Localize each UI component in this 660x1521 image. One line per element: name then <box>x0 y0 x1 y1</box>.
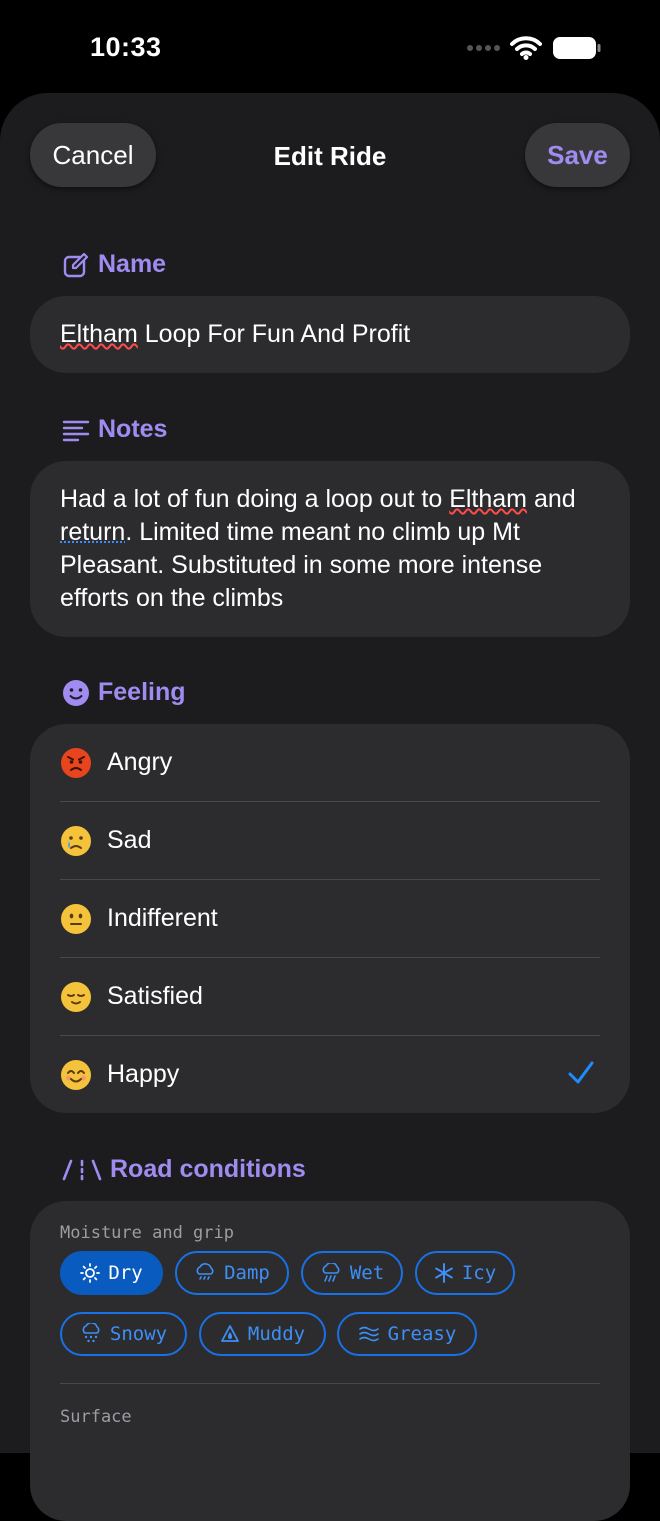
chip-label: Greasy <box>387 1323 457 1345</box>
chip-label: Muddy <box>247 1323 306 1345</box>
notes-text-part: Had a lot of fun doing a loop out to <box>60 485 450 513</box>
status-icons <box>466 36 602 60</box>
wifi-icon <box>510 36 542 60</box>
smiley-icon <box>63 679 89 706</box>
snowflake-icon <box>435 1263 453 1283</box>
chip-wet[interactable]: Wet <box>301 1251 403 1295</box>
feeling-label: Angry <box>107 748 173 776</box>
chip-snowy[interactable]: Snowy <box>60 1312 187 1356</box>
neutral-face-icon <box>60 903 92 935</box>
snow-cloud-icon <box>82 1323 100 1343</box>
road-conditions-card: Moisture and grip Dry Damp Wet Icy Snowy… <box>30 1201 630 1521</box>
smiling-face-icon <box>60 1059 92 1091</box>
drop-triangle-icon <box>220 1325 239 1342</box>
chip-label: Dry <box>108 1262 143 1284</box>
checkmark-icon <box>568 1061 594 1084</box>
chip-label: Damp <box>224 1262 270 1284</box>
surface-label: Surface <box>60 1407 132 1427</box>
battery-icon <box>553 37 601 59</box>
road-section-header: Road conditions <box>62 1155 306 1184</box>
feeling-option-satisfied[interactable]: Satisfied <box>60 958 600 1035</box>
status-time: 10:33 <box>90 32 162 62</box>
crying-face-icon <box>60 825 92 857</box>
save-label: Save <box>547 139 608 170</box>
feeling-option-angry[interactable]: Angry <box>60 724 600 801</box>
chip-damp[interactable]: Damp <box>175 1251 289 1295</box>
chip-label: Icy <box>461 1262 497 1284</box>
feeling-list: Angry Sad Indifferent Satisfied Happy <box>30 724 630 1113</box>
save-button[interactable]: Save <box>525 123 630 187</box>
feeling-option-sad[interactable]: Sad <box>60 802 600 879</box>
name-field[interactable]: Eltham Loop For Fun And Profit <box>30 296 630 373</box>
notes-text-part: and <box>527 485 576 513</box>
name-value[interactable]: Eltham Loop For Fun And Profit <box>60 320 410 349</box>
road-section-title: Road conditions <box>110 1155 306 1183</box>
feeling-section-header: Feeling <box>62 678 186 707</box>
moisture-label: Moisture and grip <box>60 1223 234 1243</box>
feeling-option-happy[interactable]: Happy <box>60 1036 600 1113</box>
name-section-title: Name <box>98 250 167 278</box>
name-section-header: Name <box>62 250 166 279</box>
name-misspelled-word: Eltham <box>60 320 138 348</box>
road-icon <box>62 1159 102 1180</box>
chip-muddy[interactable]: Muddy <box>199 1312 326 1356</box>
notes-value[interactable]: Had a lot of fun doing a loop out to Elt… <box>60 483 600 615</box>
feeling-option-indifferent[interactable]: Indifferent <box>60 880 600 957</box>
notes-text-part: . Limited time meant no climb up Mt Plea… <box>60 518 543 612</box>
waves-icon <box>358 1326 379 1342</box>
notes-section-title: Notes <box>98 415 168 443</box>
chip-label: Snowy <box>109 1323 168 1345</box>
cellular-signal-icon <box>467 45 500 51</box>
drizzle-icon <box>196 1263 214 1280</box>
notes-section-header: Notes <box>62 415 167 444</box>
chip-greasy[interactable]: Greasy <box>337 1312 477 1356</box>
notes-grammar-word: return <box>60 518 126 546</box>
row-divider <box>60 1383 600 1384</box>
chip-label: Wet <box>349 1262 385 1284</box>
relieved-face-icon <box>60 981 92 1013</box>
feeling-label: Satisfied <box>107 982 203 1010</box>
name-rest: Loop For Fun And Profit <box>137 320 411 348</box>
status-bar: 10:33 <box>0 0 660 95</box>
sun-icon <box>80 1263 101 1283</box>
notes-field[interactable]: Had a lot of fun doing a loop out to Elt… <box>30 461 630 637</box>
chip-dry[interactable]: Dry <box>60 1251 163 1295</box>
feeling-label: Sad <box>107 826 152 854</box>
pencil-square-icon <box>63 252 89 277</box>
text-lines-icon <box>62 420 90 441</box>
edit-ride-sheet: Cancel Edit Ride Save Name Eltham Loop F… <box>0 93 660 1521</box>
feeling-label: Indifferent <box>107 904 218 932</box>
chip-icy[interactable]: Icy <box>415 1251 515 1295</box>
rain-icon <box>322 1263 340 1282</box>
notes-misspelled-word: Eltham <box>449 485 527 513</box>
feeling-section-title: Feeling <box>98 678 186 706</box>
angry-face-icon <box>60 747 92 779</box>
feeling-label: Happy <box>107 1060 180 1088</box>
